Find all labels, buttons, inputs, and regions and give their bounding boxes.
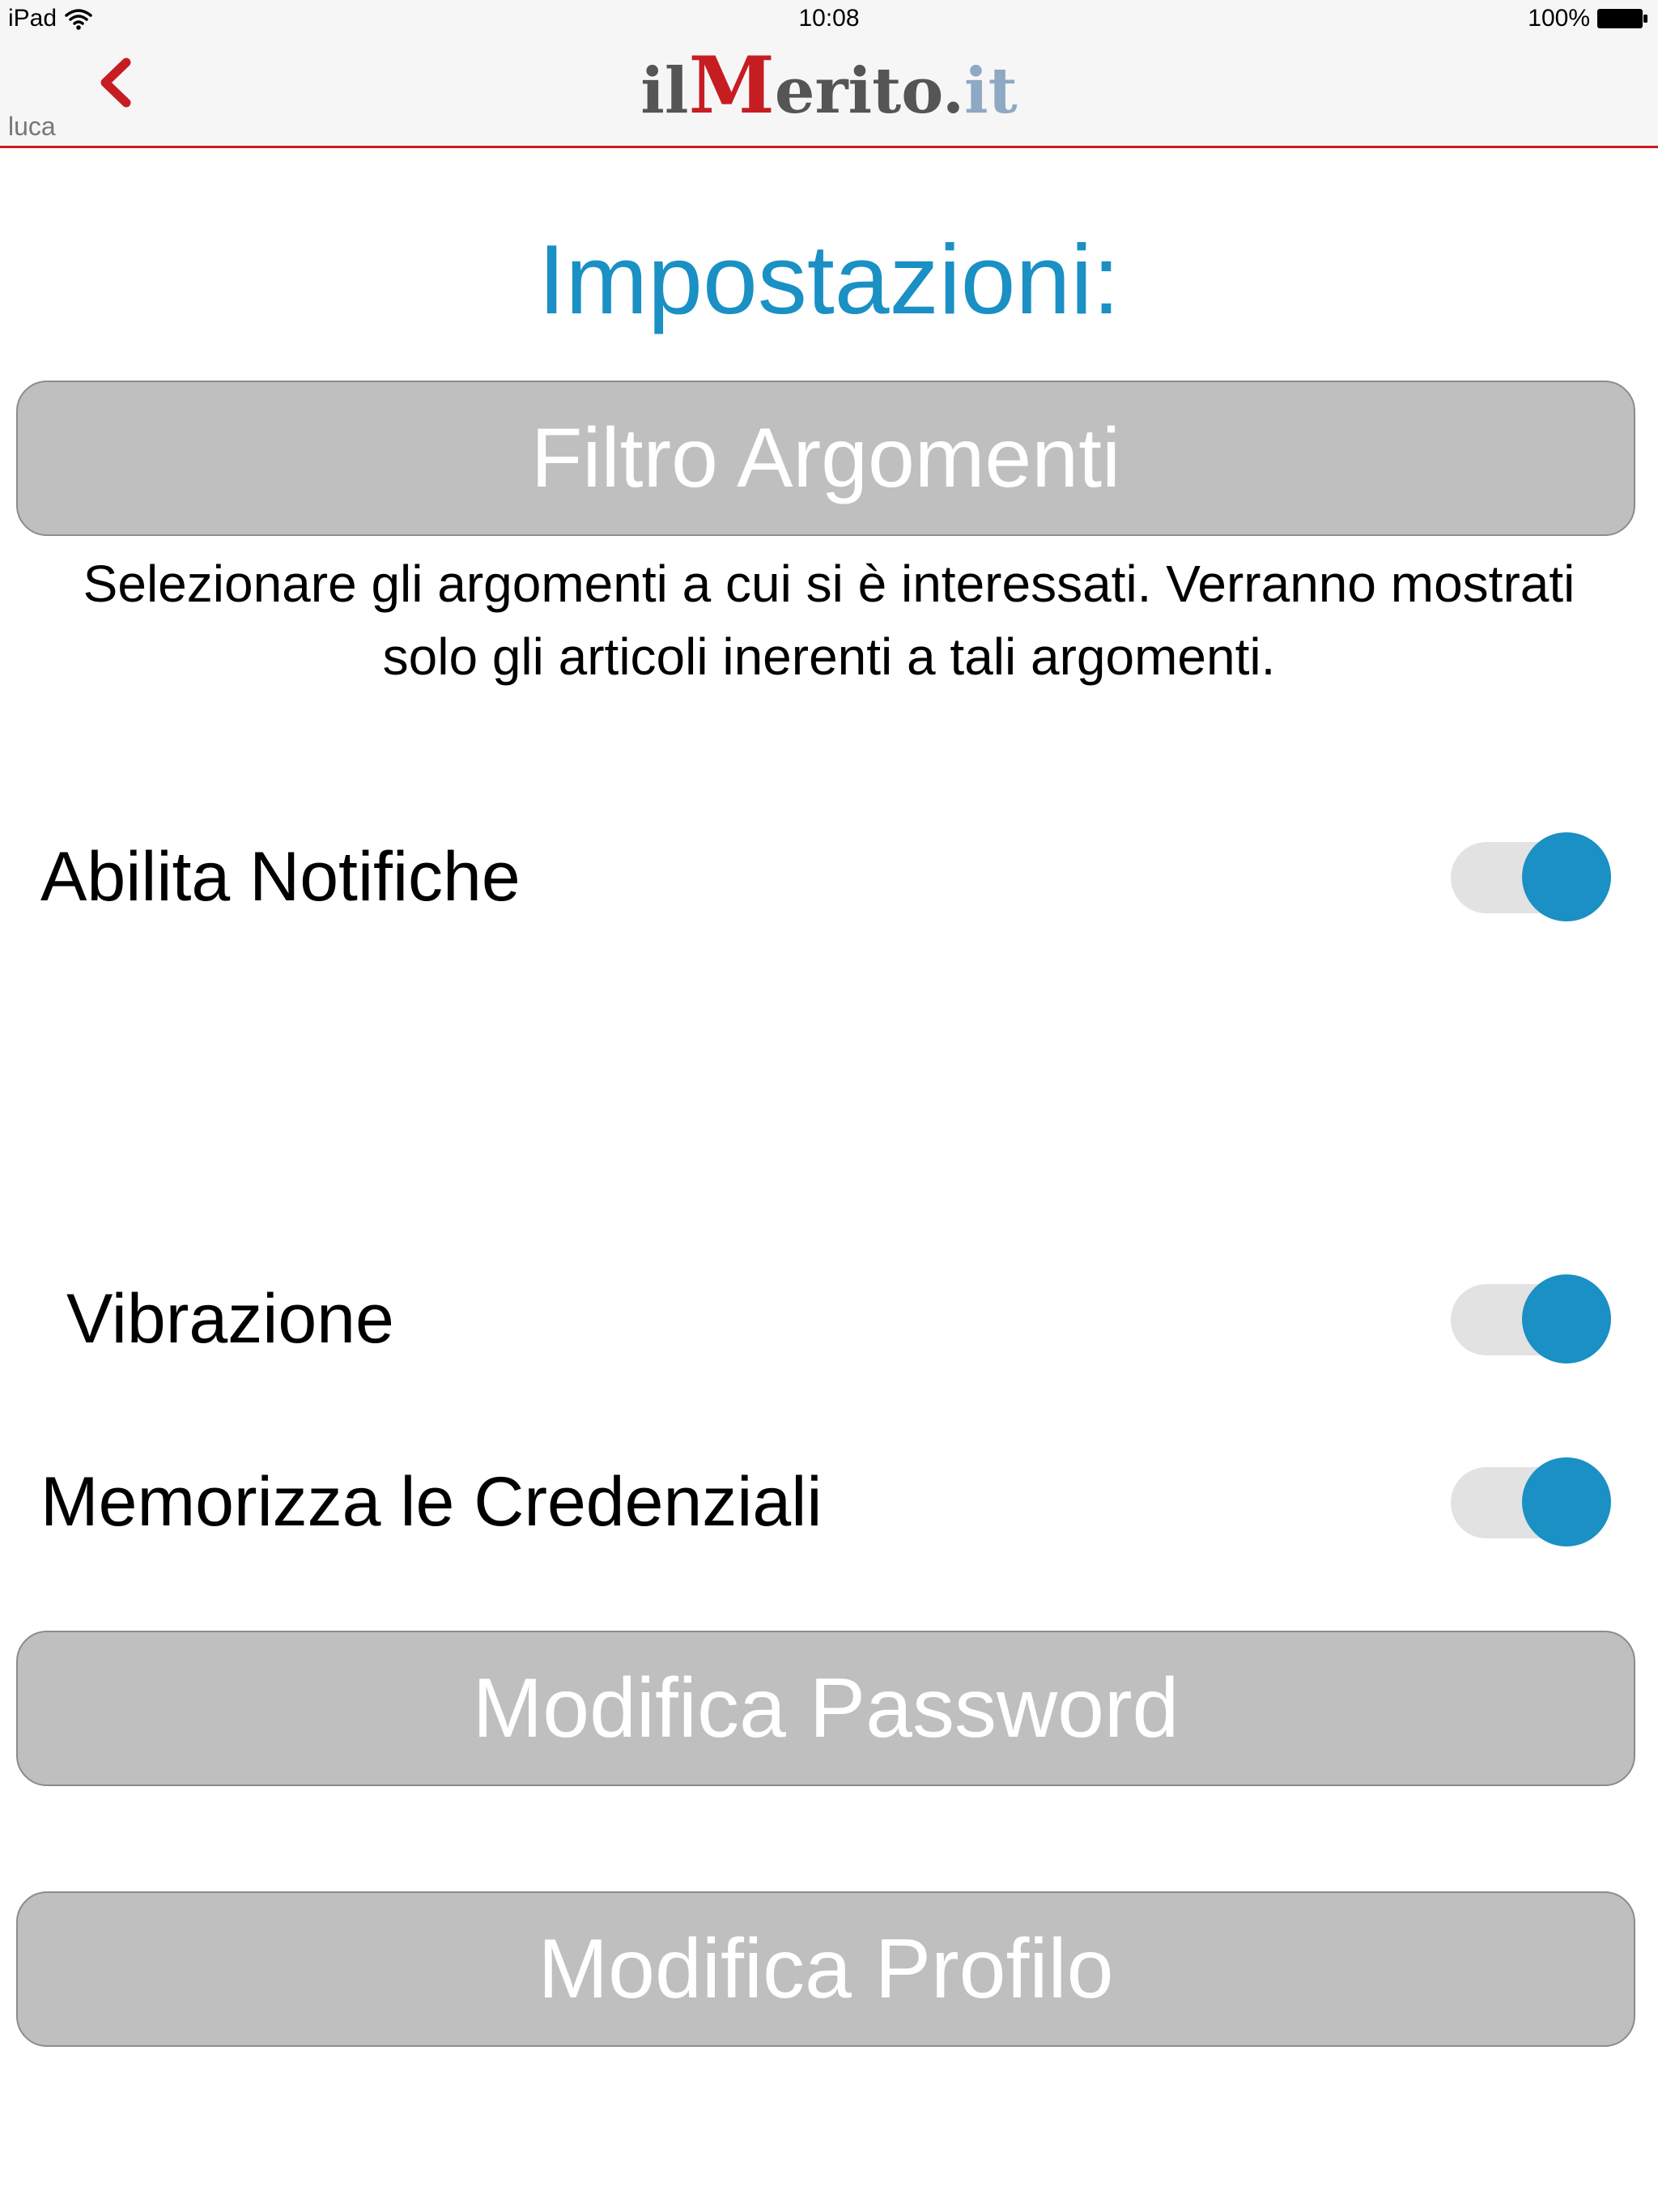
remember-credentials-toggle[interactable] — [1451, 1457, 1613, 1546]
logo-name: erito. — [774, 54, 965, 128]
remember-credentials-label: Memorizza le Credenziali — [40, 1463, 823, 1541]
page-title: Impostazioni: — [538, 224, 1120, 334]
logo-prefix: il — [640, 54, 689, 128]
vibration-label: Vibrazione — [66, 1280, 394, 1358]
user-label: luca — [8, 112, 56, 141]
vibration-toggle[interactable] — [1451, 1274, 1613, 1363]
brand-logo: ilMerito.it — [0, 47, 1658, 130]
filter-description: Selezionare gli argomenti a cui si è int… — [83, 555, 1575, 686]
status-bar-right: 100% — [1528, 5, 1648, 32]
filter-topics-button[interactable]: Filtro Argomenti — [16, 381, 1635, 536]
toggle-knob — [1522, 1274, 1611, 1363]
notifications-label: Abilita Notifiche — [40, 838, 521, 916]
status-time: 10:08 — [798, 5, 860, 32]
battery-icon — [1597, 9, 1647, 28]
notifications-toggle[interactable] — [1451, 832, 1613, 921]
logo-initial: M — [688, 40, 775, 131]
edit-profile-button[interactable]: Modifica Profilo — [16, 1891, 1635, 2047]
logo-suffix: it — [964, 54, 1018, 128]
battery-level: 100% — [1528, 5, 1590, 32]
change-password-button[interactable]: Modifica Password — [16, 1631, 1635, 1786]
navigation-header: iPad 10:08 100% ilMerito.it luca — [0, 0, 1658, 148]
toggle-knob — [1522, 832, 1611, 921]
toggle-knob — [1522, 1457, 1611, 1546]
